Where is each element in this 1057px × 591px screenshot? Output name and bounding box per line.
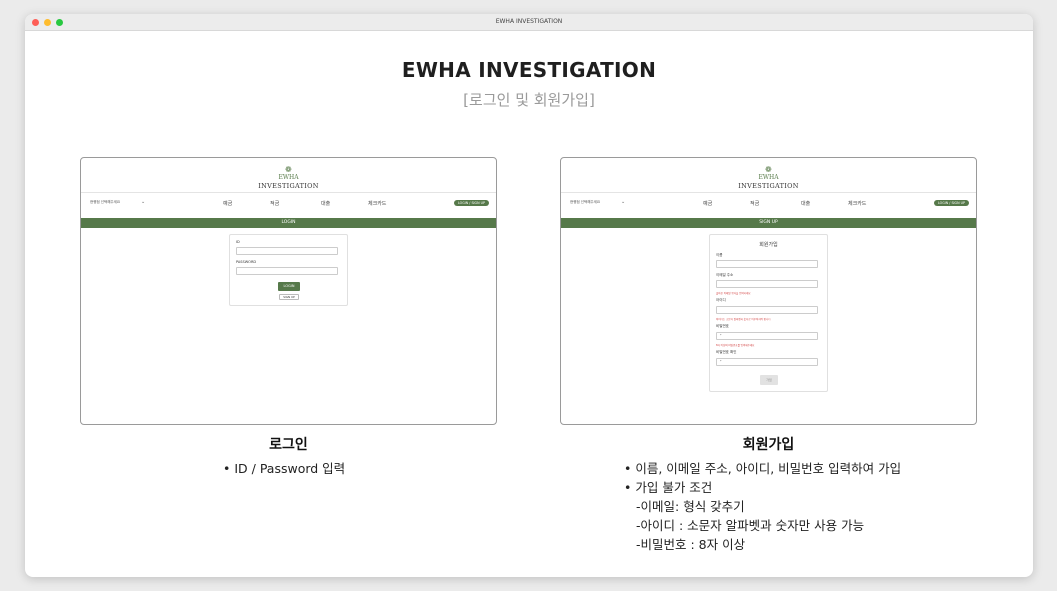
nav-item-check-card[interactable]: 체크카드 bbox=[848, 200, 866, 207]
login-screen-mockup: ❁ EWHA INVESTIGATION 현행점 선택해주세요 ⌄ 예금 적금 … bbox=[80, 157, 497, 425]
nav-item-check-card[interactable]: 체크카드 bbox=[368, 200, 386, 207]
name-label: 이름 bbox=[716, 253, 723, 257]
nav-item-deposit[interactable]: 예금 bbox=[703, 200, 712, 207]
password-confirm-input[interactable]: * bbox=[716, 358, 818, 366]
window-title: EWHA INVESTIGATION bbox=[495, 18, 563, 25]
email-input[interactable] bbox=[716, 280, 818, 288]
email-label: 이메일 주소 bbox=[716, 273, 734, 277]
logo-line1: EWHA bbox=[758, 174, 779, 181]
nav-item-savings[interactable]: 적금 bbox=[270, 200, 279, 207]
flower-logo-icon: ❁ bbox=[765, 165, 772, 174]
signup-button[interactable]: SIGN UP bbox=[279, 294, 299, 300]
logo-line2: INVESTIGATION bbox=[738, 182, 799, 190]
title-bar: EWHA INVESTIGATION bbox=[25, 14, 1033, 31]
chevron-down-icon: ⌄ bbox=[141, 199, 146, 205]
signup-caption-line: • 이름, 이메일 주소, 아이디, 비밀번호 입력하여 가입 bbox=[624, 461, 902, 476]
chevron-down-icon: ⌄ bbox=[621, 199, 626, 205]
id-input[interactable] bbox=[716, 306, 818, 314]
header-divider bbox=[81, 192, 496, 193]
site-logo: ❁ EWHA INVESTIGATION bbox=[81, 165, 496, 191]
password-label: PASSWORD bbox=[236, 260, 257, 264]
signup-screen-mockup: ❁ EWHA INVESTIGATION 현행점 선택해주세요 ⌄ 예금 적금 … bbox=[560, 157, 977, 425]
email-error: 올바른 이메일 형식을 입력하세요 bbox=[716, 292, 751, 295]
signup-caption-line: -비밀번호 : 8자 이상 bbox=[636, 537, 746, 552]
login-button[interactable]: LOGIN bbox=[278, 282, 300, 291]
id-error: 아이디는 소문자 알파벳과 숫자로 이루어져야 합니다 bbox=[716, 318, 771, 321]
browser-window: EWHA INVESTIGATION EWHA INVESTIGATION [로… bbox=[25, 14, 1033, 577]
signup-form-title: 회원가입 bbox=[759, 242, 778, 248]
signup-caption-line: • 가입 불가 조건 bbox=[624, 480, 713, 495]
password-label: 비밀번호 bbox=[716, 324, 729, 328]
header-divider bbox=[561, 192, 976, 193]
flower-logo-icon: ❁ bbox=[285, 165, 292, 174]
password-confirm-label: 비밀번호 확인 bbox=[716, 350, 737, 354]
nav-item-deposit[interactable]: 예금 bbox=[223, 200, 232, 207]
logo-line1: EWHA bbox=[278, 174, 299, 181]
signup-caption-line: -이메일: 형식 갖추기 bbox=[636, 499, 745, 514]
id-label: ID bbox=[236, 240, 240, 244]
logo-line2: INVESTIGATION bbox=[258, 182, 319, 190]
name-input[interactable] bbox=[716, 260, 818, 268]
branch-select[interactable]: 현행점 선택해주세요 bbox=[570, 200, 600, 205]
signup-submit-button[interactable]: 가입 bbox=[760, 375, 778, 385]
login-caption-bullet: • ID / Password 입력 bbox=[223, 461, 346, 476]
login-caption-title: 로그인 bbox=[269, 437, 308, 453]
password-input[interactable]: * bbox=[716, 332, 818, 340]
login-signup-button[interactable]: LOGIN / SIGN UP bbox=[933, 200, 969, 206]
page-subtitle: [로그인 및 회원가입] bbox=[463, 91, 595, 109]
page-banner: LOGIN bbox=[81, 218, 496, 228]
signup-caption-title: 회원가입 bbox=[742, 437, 795, 453]
login-form: ID PASSWORD LOGIN SIGN UP bbox=[229, 234, 348, 306]
password-input[interactable] bbox=[236, 267, 338, 275]
site-logo: ❁ EWHA INVESTIGATION bbox=[561, 165, 976, 191]
nav-item-savings[interactable]: 적금 bbox=[750, 200, 759, 207]
login-signup-button[interactable]: LOGIN / SIGN UP bbox=[453, 200, 489, 206]
password-confirm-value: * bbox=[720, 359, 722, 363]
signup-form: 회원가입 이름 이메일 주소 올바른 이메일 형식을 입력하세요 아이디 아이디… bbox=[709, 234, 828, 392]
password-value: * bbox=[720, 333, 722, 337]
nav-item-loan[interactable]: 대출 bbox=[321, 200, 330, 207]
branch-select[interactable]: 현행점 선택해주세요 bbox=[90, 200, 120, 205]
signup-caption-line: -아이디 : 소문자 알파벳과 숫자만 사용 가능 bbox=[636, 518, 865, 533]
id-label: 아이디 bbox=[716, 298, 726, 302]
id-input[interactable] bbox=[236, 247, 338, 255]
nav-item-loan[interactable]: 대출 bbox=[801, 200, 810, 207]
slide-content: EWHA INVESTIGATION [로그인 및 회원가입] ❁ EWHA I… bbox=[25, 31, 1033, 577]
password-error: 8자 이상의 비밀번호를 입력해주세요 bbox=[716, 344, 755, 347]
page-banner: SIGN UP bbox=[561, 218, 976, 228]
page-title: EWHA INVESTIGATION bbox=[401, 58, 657, 82]
